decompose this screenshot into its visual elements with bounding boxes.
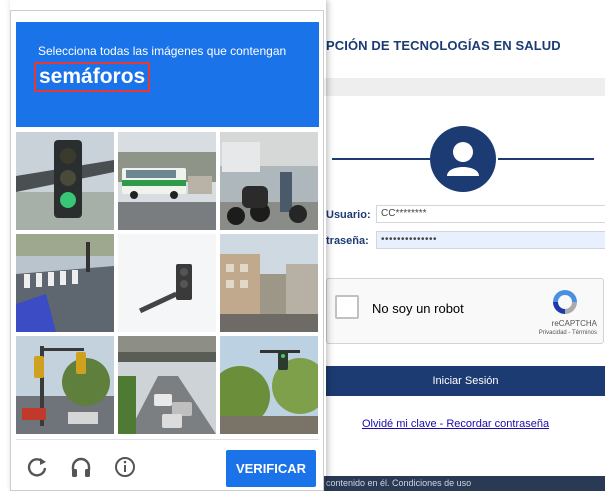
info-icon[interactable] (114, 456, 136, 478)
login-button[interactable]: Iniciar Sesión (326, 366, 605, 396)
forgot-password-link[interactable]: Olvidé mi clave - Recordar contraseña (362, 418, 549, 430)
captcha-tile[interactable] (16, 234, 114, 332)
not-robot-label: No soy un robot (372, 301, 464, 316)
header-band (322, 78, 605, 96)
verify-button[interactable]: VERIFICAR (226, 450, 316, 487)
recaptcha-widget: No soy un robot reCAPTCHA Privacidad - T… (326, 278, 604, 344)
divider-line-left (332, 158, 430, 160)
recaptcha-privacy-links[interactable]: Privacidad - Términos (539, 330, 597, 336)
captcha-tile[interactable] (16, 336, 114, 434)
recaptcha-brand: reCAPTCHA (551, 319, 597, 328)
usuario-label: Usuario: (326, 209, 371, 221)
captcha-tile[interactable] (118, 336, 216, 434)
audio-icon[interactable] (70, 456, 92, 478)
captcha-target-word: semáforos (34, 62, 151, 92)
recaptcha-logo-icon (553, 290, 577, 314)
usuario-field[interactable]: CC******** (376, 205, 605, 223)
user-avatar-icon (430, 126, 496, 192)
captcha-tile[interactable] (118, 132, 216, 230)
captcha-divider (16, 439, 319, 440)
password-label: traseña: (326, 235, 369, 247)
captcha-tile[interactable] (220, 336, 318, 434)
divider-line-right (498, 158, 594, 160)
footer-text: contenido en él. Condiciones de uso (326, 478, 472, 488)
captcha-instruction: Selecciona todas las imágenes que conten… (38, 44, 287, 58)
not-robot-checkbox[interactable] (335, 295, 359, 319)
captcha-tile[interactable] (220, 132, 318, 230)
captcha-image-grid (16, 132, 318, 434)
captcha-tile[interactable] (118, 234, 216, 332)
site-header-title: PCIÓN DE TECNOLOGÍAS EN SALUD (326, 38, 561, 53)
captcha-tile[interactable] (220, 234, 318, 332)
password-field[interactable]: •••••••••••••• (376, 231, 605, 249)
reload-icon[interactable] (26, 456, 48, 478)
captcha-tile[interactable] (16, 132, 114, 230)
